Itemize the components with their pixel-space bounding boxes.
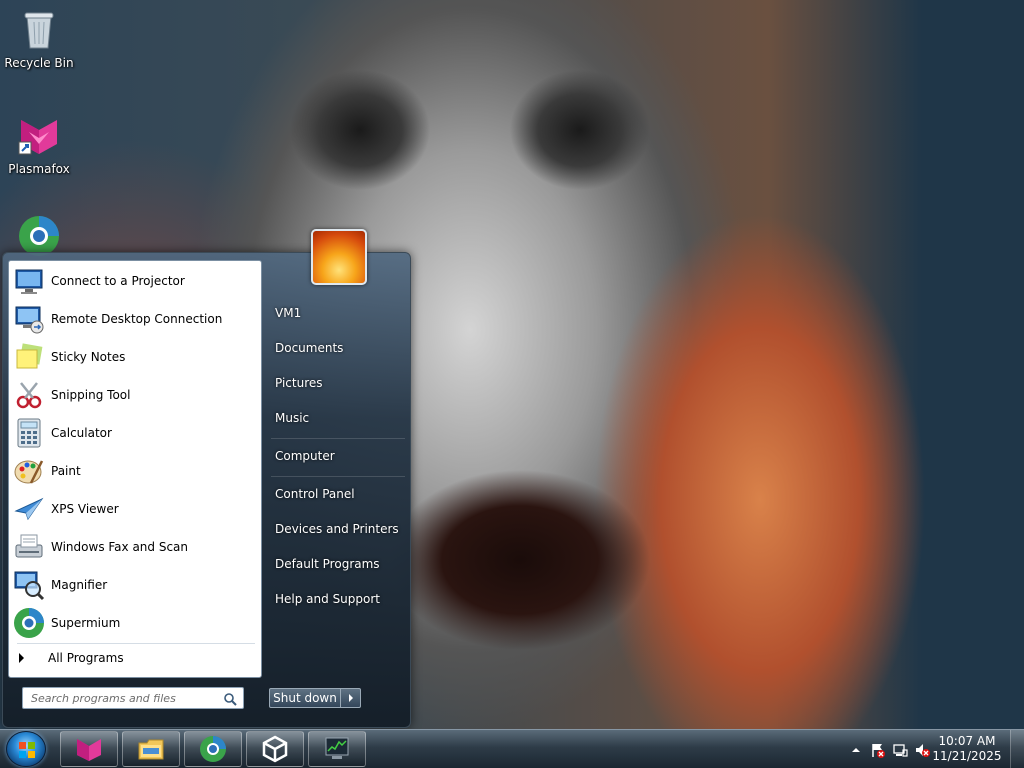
network-icon[interactable] bbox=[892, 742, 908, 758]
supermium-icon bbox=[199, 735, 227, 763]
action-center-warning-icon[interactable] bbox=[870, 742, 886, 758]
remote-desktop-icon bbox=[13, 303, 45, 335]
magnifier-icon bbox=[13, 569, 45, 601]
program-supermium[interactable]: Supermium bbox=[13, 605, 259, 641]
right-divider bbox=[271, 476, 405, 477]
program-label: XPS Viewer bbox=[51, 502, 119, 516]
start-menu-programs-pane: Connect to a Projector Remote Desktop Co… bbox=[8, 260, 262, 678]
system-tray: 10:07 AM 11/21/2025 bbox=[834, 730, 1024, 768]
supermium-icon bbox=[13, 607, 45, 639]
right-item-label: Control Panel bbox=[275, 487, 355, 501]
arrow-right-icon bbox=[19, 653, 24, 663]
search-input[interactable]: Search programs and files bbox=[22, 687, 244, 709]
program-calculator[interactable]: Calculator bbox=[13, 415, 259, 451]
program-label: Snipping Tool bbox=[51, 388, 131, 402]
start-button[interactable] bbox=[6, 731, 46, 767]
program-connect-to-projector[interactable]: Connect to a Projector bbox=[13, 263, 259, 299]
start-link-help-support[interactable]: Help and Support bbox=[273, 584, 407, 614]
start-link-documents[interactable]: Documents bbox=[273, 333, 407, 363]
shutdown-button[interactable]: Shut down bbox=[269, 688, 341, 708]
right-item-label: Documents bbox=[275, 341, 344, 355]
program-label: Windows Fax and Scan bbox=[51, 540, 189, 554]
program-label: Calculator bbox=[51, 426, 112, 440]
right-item-label: VM1 bbox=[275, 306, 302, 320]
start-link-pictures[interactable]: Pictures bbox=[273, 368, 407, 398]
right-item-label: Computer bbox=[275, 449, 335, 463]
start-link-computer[interactable]: Computer bbox=[273, 441, 407, 471]
clock-date: 11/21/2025 bbox=[932, 749, 1002, 763]
taskbar-unity[interactable] bbox=[246, 731, 304, 767]
clock-time: 10:07 AM bbox=[938, 734, 996, 748]
taskbar-file-explorer[interactable] bbox=[122, 731, 180, 767]
snipping-tool-icon bbox=[13, 379, 45, 411]
calculator-icon bbox=[13, 417, 45, 449]
xps-viewer-icon bbox=[13, 493, 45, 525]
program-label: Remote Desktop Connection bbox=[51, 312, 223, 326]
sticky-notes-icon bbox=[13, 341, 45, 373]
unity-icon bbox=[261, 735, 289, 763]
file-explorer-icon bbox=[137, 735, 165, 763]
search-icon bbox=[223, 692, 237, 706]
recycle-bin-icon bbox=[17, 8, 61, 52]
program-remote-desktop[interactable]: Remote Desktop Connection bbox=[13, 301, 259, 337]
program-label: Magnifier bbox=[51, 578, 108, 592]
start-link-user-folder[interactable]: VM1 bbox=[273, 298, 407, 328]
fax-scan-icon bbox=[13, 531, 45, 563]
program-label: Paint bbox=[51, 464, 81, 478]
programs-divider bbox=[17, 643, 255, 644]
right-divider bbox=[271, 438, 405, 439]
start-link-control-panel[interactable]: Control Panel bbox=[273, 479, 407, 509]
taskbar-task-manager[interactable] bbox=[308, 731, 366, 767]
show-hidden-icons-icon[interactable] bbox=[848, 742, 864, 758]
program-label: Connect to a Projector bbox=[51, 274, 185, 288]
taskbar-plasmafox[interactable] bbox=[60, 731, 118, 767]
all-programs-label: All Programs bbox=[48, 651, 124, 665]
desktop-icon-recycle-bin[interactable]: Recycle Bin bbox=[1, 8, 77, 70]
taskbar-clock[interactable]: 10:07 AM 11/21/2025 bbox=[932, 734, 1002, 764]
right-item-label: Help and Support bbox=[275, 592, 380, 606]
plasmafox-icon bbox=[75, 735, 103, 763]
start-menu: Connect to a Projector Remote Desktop Co… bbox=[2, 229, 411, 728]
program-xps-viewer[interactable]: XPS Viewer bbox=[13, 491, 259, 527]
program-magnifier[interactable]: Magnifier bbox=[13, 567, 259, 603]
paint-icon bbox=[13, 455, 45, 487]
program-label: Supermium bbox=[51, 616, 121, 630]
desktop-icon-label: Plasmafox bbox=[8, 162, 70, 176]
windows-logo-icon bbox=[19, 742, 35, 758]
right-item-label: Pictures bbox=[275, 376, 323, 390]
shutdown-label: Shut down bbox=[273, 691, 337, 705]
right-item-label: Default Programs bbox=[275, 557, 380, 571]
plasmafox-icon bbox=[17, 114, 61, 158]
all-programs-button[interactable]: All Programs bbox=[19, 647, 124, 669]
program-label: Sticky Notes bbox=[51, 350, 126, 364]
start-link-music[interactable]: Music bbox=[273, 403, 407, 433]
user-account-picture[interactable] bbox=[311, 229, 367, 285]
projector-icon bbox=[13, 265, 45, 297]
start-link-default-programs[interactable]: Default Programs bbox=[273, 549, 407, 579]
taskbar: 10:07 AM 11/21/2025 bbox=[0, 729, 1024, 768]
desktop-icon-label: Recycle Bin bbox=[4, 56, 74, 70]
shutdown-options-button[interactable] bbox=[341, 688, 361, 708]
taskbar-supermium[interactable] bbox=[184, 731, 242, 767]
arrow-right-icon bbox=[348, 694, 353, 702]
start-link-devices-printers[interactable]: Devices and Printers bbox=[273, 514, 407, 544]
program-fax-and-scan[interactable]: Windows Fax and Scan bbox=[13, 529, 259, 565]
program-snipping-tool[interactable]: Snipping Tool bbox=[13, 377, 259, 413]
desktop-icon-plasmafox[interactable]: Plasmafox bbox=[1, 114, 77, 176]
task-manager-icon bbox=[323, 735, 351, 763]
program-sticky-notes[interactable]: Sticky Notes bbox=[13, 339, 259, 375]
volume-muted-icon[interactable] bbox=[914, 742, 930, 758]
right-item-label: Music bbox=[275, 411, 310, 425]
show-desktop-button[interactable] bbox=[1010, 730, 1024, 768]
search-placeholder: Search programs and files bbox=[31, 691, 176, 705]
program-paint[interactable]: Paint bbox=[13, 453, 259, 489]
right-item-label: Devices and Printers bbox=[275, 522, 399, 536]
